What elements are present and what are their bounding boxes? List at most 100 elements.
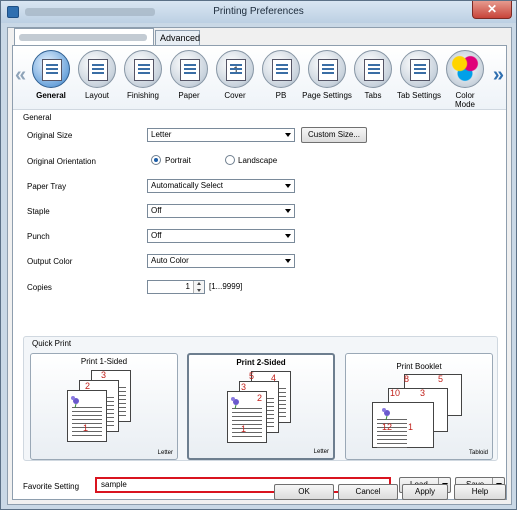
flower-icon: [382, 408, 390, 420]
general-group-title: General: [23, 113, 52, 122]
tab-strip: Advanced: [8, 28, 511, 46]
landscape-radio[interactable]: [225, 155, 235, 165]
staple-select[interactable]: Off: [147, 204, 295, 218]
scroll-left-icon[interactable]: «: [15, 64, 26, 87]
copies-stepper[interactable]: 1: [147, 280, 205, 294]
page-number: 5: [249, 371, 255, 381]
cancel-button[interactable]: Cancel: [338, 484, 398, 500]
staple-row: Staple Off: [27, 204, 497, 220]
chevron-down-icon: [285, 259, 291, 263]
paper-tray-label: Paper Tray: [27, 182, 67, 191]
orientation-row: Original Orientation Portrait Landscape: [27, 154, 497, 170]
paper-size-label: Letter: [313, 449, 329, 455]
advanced-panel: « General Layout Finishing Paper 1 Cover…: [12, 45, 507, 500]
page-number: 5: [438, 374, 444, 384]
page-number: 4: [271, 373, 277, 383]
output-color-row: Output Color Auto Color: [27, 254, 497, 270]
pb-icon: [262, 50, 300, 88]
quick-print-title: Quick Print: [32, 339, 72, 348]
staple-value: Off: [151, 206, 162, 215]
paper-tray-value: Automatically Select: [151, 181, 224, 190]
tab-settings-icon: [400, 50, 438, 88]
page-number: 1: [83, 423, 89, 433]
paper-tray-row: Paper Tray Automatically Select: [27, 179, 497, 195]
original-size-label: Original Size: [27, 131, 73, 140]
chevron-down-icon: [285, 234, 291, 238]
card-title: Print Booklet: [396, 362, 442, 371]
page-number: 2: [85, 381, 91, 391]
page-number: 10: [390, 388, 401, 398]
chevron-down-icon: [285, 184, 291, 188]
scroll-right-icon[interactable]: »: [493, 64, 504, 87]
general-icon: [32, 50, 70, 88]
print-1-sided-card[interactable]: Print 1-Sided 3 2 1 Letter: [30, 353, 178, 460]
window-title: Printing Preferences: [213, 6, 304, 17]
punch-select[interactable]: Off: [147, 229, 295, 243]
ok-button[interactable]: OK: [274, 484, 334, 500]
paper-size-label: Tabloid: [468, 450, 488, 456]
print-2-sided-card[interactable]: Print 2-Sided 5 4 3 2 1 Letter: [187, 353, 335, 460]
color-mode-icon: [446, 50, 484, 88]
custom-size-button[interactable]: Custom Size...: [301, 127, 367, 143]
printing-preferences-window: Printing Preferences ✕ Advanced « Genera…: [0, 0, 517, 510]
landscape-label[interactable]: Landscape: [238, 156, 277, 165]
dialog-client-area: Advanced « General Layout Finishing Pape…: [7, 27, 512, 505]
page-settings-icon: [308, 50, 346, 88]
original-size-select[interactable]: Letter: [147, 128, 295, 142]
portrait-radio[interactable]: [151, 155, 161, 165]
close-button[interactable]: ✕: [472, 1, 512, 19]
flower-icon: [71, 396, 79, 408]
page-number: 2: [257, 393, 263, 403]
paper-tray-select[interactable]: Automatically Select: [147, 179, 295, 193]
card-title: Print 2-Sided: [236, 358, 286, 367]
paper-icon: [170, 50, 208, 88]
output-color-value: Auto Color: [151, 256, 189, 265]
paper-size-label: Letter: [157, 450, 173, 456]
output-color-select[interactable]: Auto Color: [147, 254, 295, 268]
ribbon-item-tab-settings[interactable]: Tab Settings: [397, 50, 441, 100]
page-number: 3: [101, 370, 107, 380]
page-number: 3: [420, 388, 426, 398]
copies-row: Copies 1 [1...9999]: [27, 280, 497, 296]
function-ribbon: « General Layout Finishing Paper 1 Cover…: [13, 46, 506, 110]
staple-label: Staple: [27, 207, 50, 216]
cover-digit: 1: [226, 59, 246, 81]
quick-print-group: Quick Print Print 1-Sided 3 2 1 Letter P…: [23, 336, 498, 461]
favorite-setting-value: sample: [101, 480, 127, 489]
print-booklet-card[interactable]: Print Booklet 8 5 10 3 12 1 Tabloid: [345, 353, 493, 460]
apply-button[interactable]: Apply: [402, 484, 448, 500]
card-title: Print 1-Sided: [80, 357, 128, 366]
ribbon-label-tab-settings: Tab Settings: [396, 91, 442, 100]
punch-row: Punch Off: [27, 229, 497, 245]
copies-range: [1...9999]: [209, 282, 243, 291]
tab-advanced[interactable]: Advanced: [155, 30, 200, 46]
page-number: 1: [241, 424, 247, 434]
ribbon-item-color-mode[interactable]: Color Mode: [443, 50, 487, 109]
page-number: 8: [404, 374, 410, 384]
tabs-icon: [354, 50, 392, 88]
spin-arrows-icon[interactable]: [193, 281, 204, 293]
title-bar[interactable]: Printing Preferences ✕: [1, 1, 516, 23]
page-number: 12: [382, 422, 393, 432]
orientation-label: Original Orientation: [27, 157, 96, 166]
redacted-tab-label: [19, 34, 147, 41]
help-button[interactable]: Help: [454, 484, 506, 500]
copies-value: 1: [185, 282, 190, 291]
page-number: 3: [241, 382, 247, 392]
original-size-value: Letter: [151, 130, 172, 139]
favorite-setting-label: Favorite Setting: [23, 482, 80, 491]
flower-icon: [231, 397, 239, 409]
tab-redacted[interactable]: [14, 28, 154, 46]
chevron-down-icon: [285, 209, 291, 213]
ribbon-label-color-mode: Color Mode: [454, 91, 475, 109]
punch-value: Off: [151, 231, 162, 240]
page-number: 1: [408, 422, 414, 432]
original-size-row: Original Size Letter Custom Size...: [27, 127, 497, 144]
output-color-label: Output Color: [27, 257, 73, 266]
chevron-down-icon: [285, 133, 291, 137]
copies-label: Copies: [27, 283, 52, 292]
finishing-icon: [124, 50, 162, 88]
cover-icon: 1: [216, 50, 254, 88]
portrait-label[interactable]: Portrait: [165, 156, 191, 165]
layout-icon: [78, 50, 116, 88]
